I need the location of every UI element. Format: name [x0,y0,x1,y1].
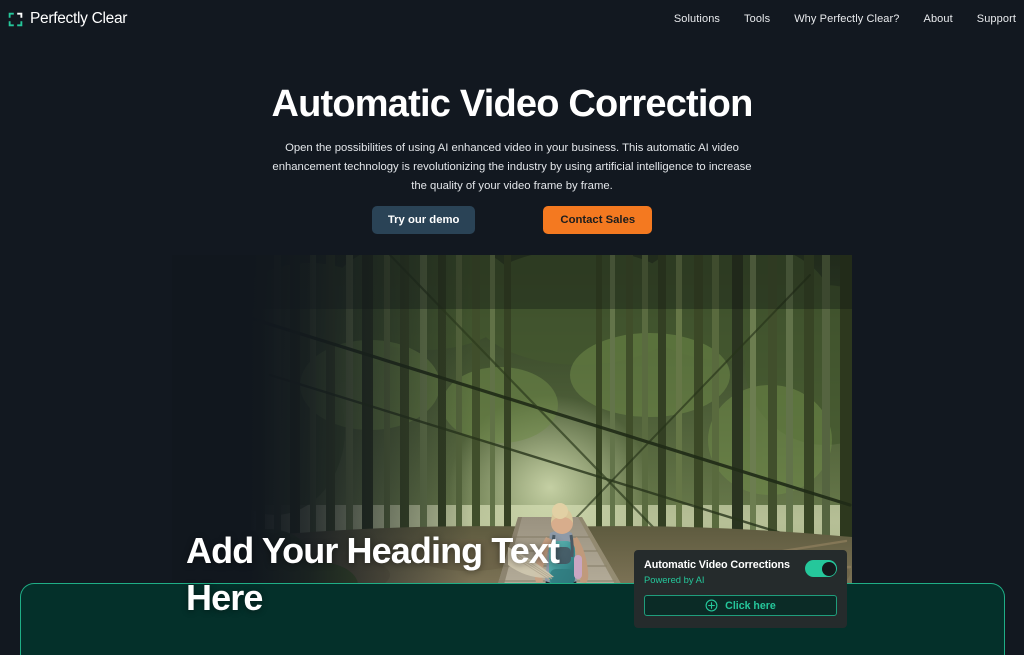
page-title: Automatic Video Correction [271,83,753,125]
click-here-button[interactable]: Click here [644,595,837,616]
automatic-video-corrections-card: Automatic Video Corrections Powered by A… [634,550,847,628]
page-root: Perfectly Clear Solutions Tools Why Perf… [0,0,1024,655]
overlay-heading-text: Add Your Heading Text Here [186,530,560,618]
try-our-demo-button[interactable]: Try our demo [371,206,476,234]
automatic-corrections-toggle[interactable] [805,560,837,577]
site-header: Perfectly Clear Solutions Tools Why Perf… [0,0,1024,38]
hero-subtitle: Open the possibilities of using AI enhan… [272,142,752,192]
logo[interactable]: Perfectly Clear [7,10,127,28]
click-here-label: Click here [725,599,776,612]
nav-item-solutions[interactable]: Solutions [674,13,720,25]
main-navigation: Solutions Tools Why Perfectly Clear? Abo… [674,0,1016,38]
card-subtitle: Powered by AI [644,574,705,585]
perfectly-clear-bracket-logo-icon [8,12,23,26]
cta-button-row: Try our demo Contact Sales [0,206,1024,234]
card-text-block: Automatic Video Corrections Powered by A… [644,559,790,586]
toggle-knob [821,561,836,576]
nav-item-about[interactable]: About [924,13,953,25]
plus-circle-icon [705,599,718,612]
card-title: Automatic Video Corrections [644,559,790,571]
nav-item-why[interactable]: Why Perfectly Clear? [794,13,899,25]
nav-item-tools[interactable]: Tools [744,13,770,25]
nav-item-support[interactable]: Support [977,13,1016,25]
contact-sales-button[interactable]: Contact Sales [543,206,653,234]
logo-text: Perfectly Clear [30,10,128,27]
card-header-row: Automatic Video Corrections Powered by A… [644,559,837,586]
